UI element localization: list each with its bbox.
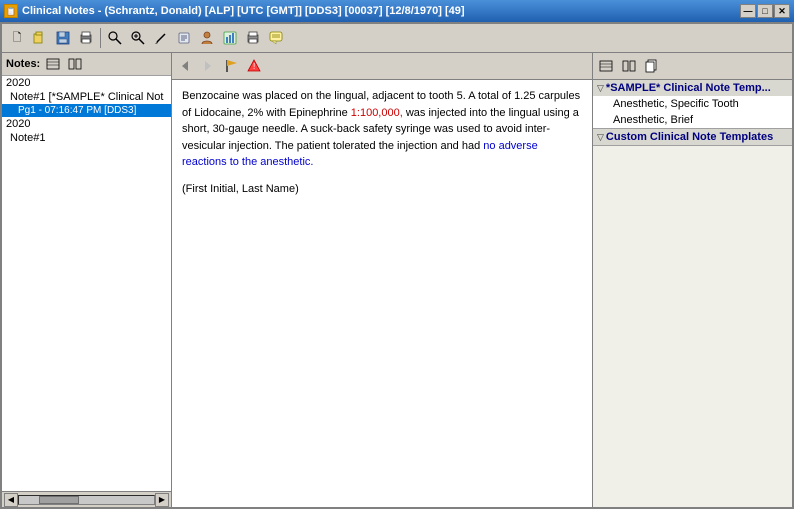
left-scrollbar[interactable]: ◀ ▶	[2, 491, 171, 507]
left-view-detail[interactable]	[66, 56, 84, 72]
custom-template-section: ▽ Custom Clinical Note Templates	[593, 129, 792, 146]
tree-note-2[interactable]: Note#1	[2, 131, 171, 145]
tb-print2[interactable]	[242, 27, 264, 49]
template-item-2[interactable]: Anesthetic, Brief	[593, 112, 792, 128]
mt-flag[interactable]	[220, 55, 242, 77]
right-toolbar	[593, 53, 792, 80]
scroll-left[interactable]: ◀	[4, 493, 18, 507]
middle-toolbar: !	[172, 53, 592, 80]
template-item-1[interactable]: Anesthetic, Specific Tooth	[593, 96, 792, 112]
notes-label: Notes:	[6, 58, 40, 70]
tb-comment[interactable]	[265, 27, 287, 49]
tb-wizard[interactable]	[173, 27, 195, 49]
left-view-list[interactable]	[44, 56, 62, 72]
window-title: Clinical Notes - (Schrantz, Donald) [ALP…	[22, 5, 465, 17]
sample-template-header[interactable]: ▽ *SAMPLE* Clinical Note Temp...	[593, 80, 792, 96]
tb-open[interactable]	[29, 27, 51, 49]
title-bar: 📋 Clinical Notes - (Schrantz, Donald) [A…	[0, 0, 794, 22]
blue-text-1: no adverse reactions to the anesthetic.	[182, 140, 538, 169]
svg-text:!: !	[253, 62, 255, 71]
content-area: Notes: 2020 Note#1 [*SAMPLE* Clinical No…	[2, 53, 792, 507]
right-panel: ▽ *SAMPLE* Clinical Note Temp... Anesthe…	[592, 53, 792, 507]
tree-year-1[interactable]: 2020	[2, 76, 171, 90]
tb-zoom[interactable]	[127, 27, 149, 49]
tb-person[interactable]	[196, 27, 218, 49]
sample-template-section: ▽ *SAMPLE* Clinical Note Temp... Anesthe…	[593, 80, 792, 129]
scroll-right[interactable]: ▶	[155, 493, 169, 507]
app-icon: 📋	[4, 4, 18, 18]
rt-list[interactable]	[595, 55, 617, 77]
custom-expand-icon: ▽	[597, 132, 604, 143]
tb-search[interactable]	[104, 27, 126, 49]
scroll-thumb[interactable]	[39, 496, 79, 504]
tb-print[interactable]	[75, 27, 97, 49]
right-tree[interactable]: ▽ *SAMPLE* Clinical Note Temp... Anesthe…	[593, 80, 792, 507]
mt-back[interactable]	[174, 55, 196, 77]
mt-forward[interactable]	[197, 55, 219, 77]
scroll-track[interactable]	[18, 495, 155, 505]
red-text-1: 1:100,000,	[351, 107, 403, 119]
main-window: 🗋	[0, 22, 794, 509]
sep-1	[100, 28, 101, 48]
middle-panel: ! Benzocaine was placed on the lingual, …	[172, 53, 592, 507]
notes-tree[interactable]: 2020 Note#1 [*SAMPLE* Clinical Not Pg1 -…	[2, 76, 171, 491]
tree-pg-1[interactable]: Pg1 - 07:16:47 PM [DDS3]	[2, 104, 171, 117]
expand-icon: ▽	[597, 83, 604, 94]
tree-year-2[interactable]: 2020	[2, 117, 171, 131]
rt-copy[interactable]	[641, 55, 663, 77]
close-button[interactable]: ✕	[774, 4, 790, 18]
minimize-button[interactable]: —	[740, 4, 756, 18]
tb-chart[interactable]	[219, 27, 241, 49]
tb-new[interactable]: 🗋	[6, 27, 28, 49]
tree-note-1[interactable]: Note#1 [*SAMPLE* Clinical Not	[2, 90, 171, 104]
signature-line: (First Initial, Last Name)	[182, 181, 582, 198]
tb-edit[interactable]	[150, 27, 172, 49]
custom-header-text: Custom Clinical Note Templates	[606, 131, 773, 143]
left-panel-header: Notes:	[2, 53, 171, 76]
sample-header-text: *SAMPLE* Clinical Note Temp...	[606, 82, 771, 94]
tb-save[interactable]	[52, 27, 74, 49]
custom-template-header[interactable]: ▽ Custom Clinical Note Templates	[593, 129, 792, 145]
note-text-area: Benzocaine was placed on the lingual, ad…	[172, 80, 592, 507]
rt-detail[interactable]	[618, 55, 640, 77]
main-toolbar: 🗋	[2, 24, 792, 53]
maximize-button[interactable]: □	[757, 4, 773, 18]
left-panel: Notes: 2020 Note#1 [*SAMPLE* Clinical No…	[2, 53, 172, 507]
mt-alert[interactable]: !	[243, 55, 265, 77]
